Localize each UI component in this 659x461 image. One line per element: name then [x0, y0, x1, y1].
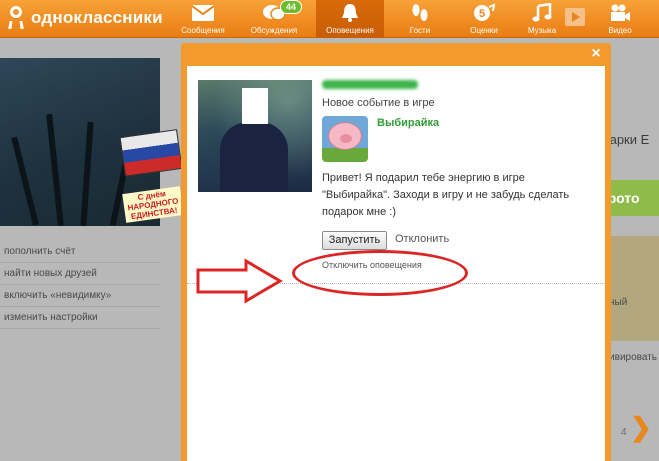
bell-icon [342, 4, 358, 22]
game-name-link[interactable]: Выбирайка [377, 117, 439, 129]
pager-number: 4 [621, 427, 627, 438]
envelope-icon [191, 5, 215, 21]
odnoklassniki-logo-icon [6, 5, 26, 31]
menu-item-settings[interactable]: изменить настройки [0, 307, 160, 329]
sender-avatar[interactable] [198, 80, 312, 192]
video-camera-icon [611, 4, 630, 21]
nav-guests[interactable]: Гости [396, 0, 444, 38]
decline-link[interactable]: Отклонить [395, 233, 449, 245]
pager-next-arrow[interactable]: ❯ [630, 412, 652, 443]
menu-item-invisible[interactable]: включить «невидимку» [0, 285, 160, 307]
notification-message: Привет! Я подарил тебе энергию в игре "В… [322, 172, 570, 218]
site-logo[interactable]: одноклассники [6, 5, 163, 31]
sender-name-redacted[interactable] [322, 80, 418, 89]
annotation-arrow-icon [196, 258, 283, 304]
profile-actions-menu: пополнить счёт найти новых друзей включи… [0, 241, 160, 329]
nav-messages-label: Сообщения [181, 26, 225, 35]
music-play-button[interactable] [565, 8, 585, 26]
nav-ratings[interactable]: 5 Оценки [460, 0, 508, 38]
footprints-icon [412, 4, 428, 21]
annotation-highlight-ellipse [292, 250, 468, 296]
site-name: одноклассники [31, 8, 163, 27]
nav-video[interactable]: Видео [598, 0, 642, 38]
nav-music-label: Музыка [527, 26, 557, 35]
nav-discussions[interactable]: 44 Обсуждения [240, 0, 308, 38]
nav-notifications-label: Оповещения [326, 26, 374, 35]
play-icon [572, 12, 580, 22]
nav-ratings-label: Оценки [470, 26, 498, 35]
discussions-count-badge: 44 [280, 0, 303, 14]
nav-guests-label: Гости [409, 26, 431, 35]
nav-messages[interactable]: Сообщения [172, 0, 234, 38]
event-title: Новое событие в игре [322, 97, 435, 109]
game-pig-icon[interactable] [322, 116, 368, 162]
holiday-postcard-flag [119, 129, 183, 177]
rating-icon: 5 [474, 3, 496, 21]
svg-text:5: 5 [479, 8, 485, 20]
nav-discussions-label: Обсуждения [250, 26, 298, 35]
nav-music[interactable]: Музыка [522, 0, 562, 38]
promo-text: ный [609, 297, 628, 308]
menu-item-find-friends[interactable]: найти новых друзей [0, 263, 160, 285]
top-navigation-bar: одноклассники Сообщения 44 Обсуждения Оп… [0, 0, 659, 38]
close-icon[interactable]: × [587, 45, 605, 63]
launch-button[interactable]: Запустить [322, 231, 387, 250]
avatar-redaction [242, 88, 268, 124]
music-note-icon [532, 3, 552, 22]
nav-notifications[interactable]: Оповещения [316, 0, 384, 38]
menu-item-top-up[interactable]: пополнить счёт [0, 241, 160, 263]
nav-video-label: Видео [608, 26, 632, 35]
